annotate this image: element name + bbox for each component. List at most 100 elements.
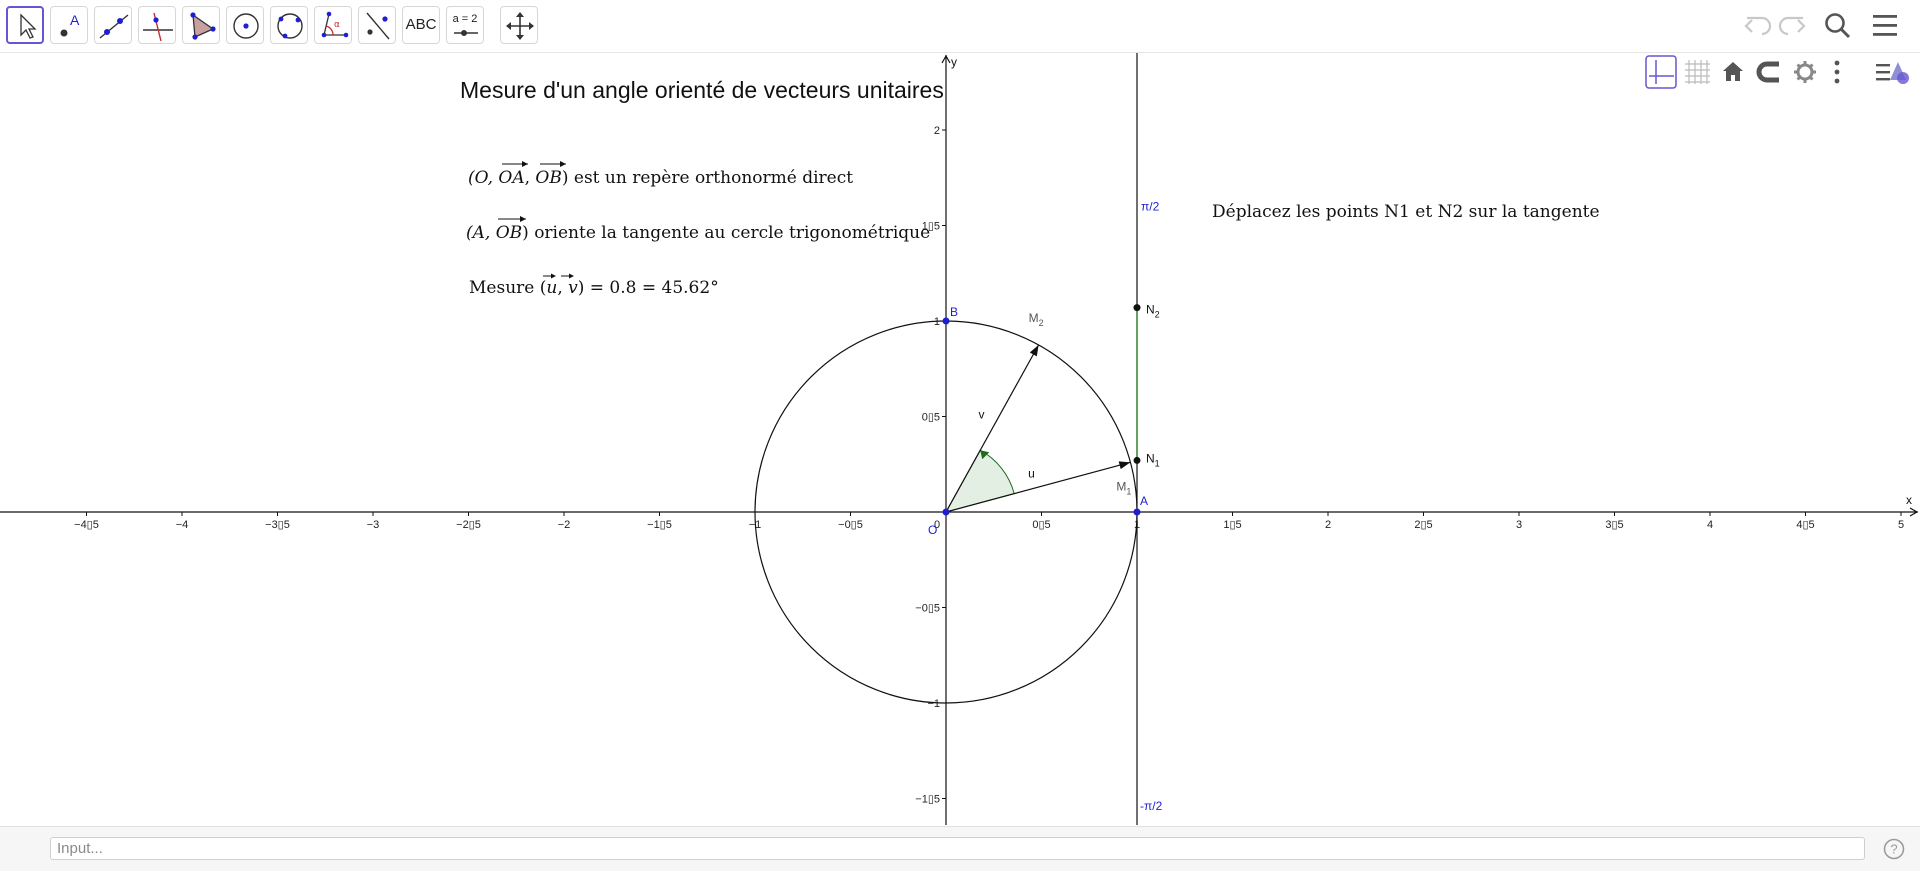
home-icon: [1723, 62, 1743, 81]
y-tick-label: 2: [934, 125, 940, 137]
tangent-top-label: π/2: [1141, 199, 1160, 213]
x-tick-label: −3: [367, 519, 380, 531]
text3-vec1: u: [546, 278, 557, 298]
x-tick-label: 4▯5: [1796, 519, 1814, 531]
point-n1-label-subscript: 1: [1155, 458, 1160, 468]
help-button[interactable]: ?: [1882, 837, 1906, 861]
point-tool-label: A: [70, 12, 80, 28]
text-repere: (O, OA, OB) est un repère orthonormé dir…: [468, 161, 853, 188]
vector-v-arrowhead: [1029, 344, 1039, 357]
menu-icon: [1873, 15, 1897, 36]
x-axis-label: x: [1906, 493, 1912, 507]
slider-icon: [454, 30, 478, 36]
x-tick-label: 4: [1707, 519, 1713, 531]
graphics-style-bar: [1644, 54, 1920, 94]
y-tick-label: −0▯5: [915, 603, 940, 615]
x-tick-label: 3▯5: [1605, 519, 1623, 531]
text-tool-button[interactable]: ABC: [402, 6, 440, 44]
magnet-snap-button[interactable]: [1752, 54, 1786, 90]
move-tool-button[interactable]: [6, 6, 44, 44]
point-m2-label: M2: [1029, 311, 1044, 328]
text1-vec2: OB: [535, 168, 561, 188]
style-bar-toggle-icon: [1876, 62, 1909, 84]
text3-sep: ,: [557, 278, 568, 298]
x-tick-label: 2▯5: [1414, 519, 1432, 531]
help-icon: ?: [1883, 838, 1905, 860]
circle-three-points-icon: [277, 13, 303, 39]
perpendicular-line-icon: [143, 12, 173, 42]
vector-u-label: u: [1028, 467, 1035, 481]
svg-text:(O, OA, OB) est un repère orth: (O, OA, OB) est un repère orthonormé dir…: [468, 168, 853, 188]
instruction-text: Déplacez les points N1 et N2 sur la tang…: [1212, 202, 1600, 222]
y-tick-label: −1▯5: [915, 794, 940, 806]
vector-v-label: v: [978, 407, 984, 421]
x-tick-label: 5: [1898, 519, 1904, 531]
line-tool-button[interactable]: [94, 6, 132, 44]
circle-tool-button[interactable]: [226, 6, 264, 44]
point-b: [942, 317, 950, 325]
graphics-view[interactable]: xy−4▯5−4−3▯5−3−2▯5−2−1▯5−1−0▯500▯511▯522…: [0, 53, 1920, 825]
title-text: Mesure d'un angle orienté de vecteurs un…: [460, 77, 944, 103]
text2-prefix: (A,: [466, 223, 496, 243]
y-tick-label: 0▯5: [922, 412, 940, 424]
settings-button[interactable]: [1788, 54, 1822, 90]
y-tick-label: 1: [934, 316, 940, 328]
point-o-label: O: [928, 523, 937, 537]
circle-three-points-tool-button[interactable]: [270, 6, 308, 44]
x-tick-label: −2: [558, 519, 571, 531]
search-icon: [1825, 13, 1851, 39]
x-tick-label: −0▯5: [838, 519, 863, 531]
algebra-input-field[interactable]: [50, 837, 1865, 860]
text2-suffix: ) oriente la tangente au cercle trigonom…: [522, 223, 930, 243]
redo-icon: [1778, 16, 1806, 36]
redo-button[interactable]: [1772, 6, 1812, 46]
axes-toggle-button[interactable]: [1644, 54, 1678, 90]
toolbar: A α ABC a = 2: [0, 0, 1920, 53]
settings-gear-icon: [1794, 61, 1816, 83]
polygon-tool-button[interactable]: [182, 6, 220, 44]
text-mesure: Mesure (u, v) = 0.8 = 45.62°: [469, 273, 719, 298]
graphics-canvas[interactable]: xy−4▯5−4−3▯5−3−2▯5−2−1▯5−1−0▯500▯511▯522…: [0, 53, 1920, 825]
magnet-snap-icon: [1756, 61, 1779, 83]
tangent-bottom-label: -π/2: [1140, 799, 1163, 813]
home-button[interactable]: [1716, 54, 1750, 90]
point-icon: A: [60, 12, 80, 37]
style-bar-toggle-button[interactable]: [1872, 54, 1912, 90]
grid-toggle-button[interactable]: [1680, 54, 1714, 90]
move-graphics-view-tool-button[interactable]: [500, 6, 538, 44]
x-tick-label: −1▯5: [647, 519, 672, 531]
perpendicular-line-tool-button[interactable]: [138, 6, 176, 44]
angle-tool-button[interactable]: α: [314, 6, 352, 44]
point-a: [1133, 508, 1141, 516]
x-tick-label: −2▯5: [456, 519, 481, 531]
x-tick-label: 2: [1325, 519, 1331, 531]
search-button[interactable]: [1818, 6, 1858, 46]
input-bar: ?: [0, 826, 1920, 871]
reflect-tool-button[interactable]: [358, 6, 396, 44]
axes: xy−4▯5−4−3▯5−3−2▯5−2−1▯5−1−0▯500▯511▯522…: [0, 54, 1919, 825]
point-tool-button[interactable]: A: [50, 6, 88, 44]
move-arrow-icon: [20, 13, 37, 39]
point-m2-label-subscript: 2: [1039, 318, 1044, 328]
text3-vec2: v: [568, 278, 578, 298]
text3-prefix: Mesure (: [469, 278, 546, 298]
x-tick-label: 0▯5: [1032, 519, 1050, 531]
more-options-button[interactable]: [1820, 54, 1854, 90]
more-vertical-icon: [1834, 60, 1840, 84]
main-menu-button[interactable]: [1866, 6, 1906, 46]
vector-u-arrowhead: [1118, 461, 1131, 470]
point-a-label: A: [1140, 494, 1148, 508]
reflect-about-line-icon: [366, 12, 390, 40]
x-tick-label: 3: [1516, 519, 1522, 531]
move-graphics-view-icon: [506, 12, 534, 40]
text3-suffix: ) = 0.8 = 45.62°: [578, 278, 719, 298]
svg-text:α: α: [334, 20, 340, 30]
polygon-icon: [190, 12, 216, 40]
grid-toggle-icon: [1685, 60, 1710, 84]
angle-icon: α: [321, 11, 349, 38]
slider-tool-button[interactable]: a = 2: [446, 6, 484, 44]
text1-vec1: OA: [498, 168, 524, 188]
svg-text:?: ?: [1890, 842, 1897, 857]
point-n2-label: N2: [1146, 303, 1160, 320]
svg-text:Mesure (u, v) = 0.8 = 45.62°: Mesure (u, v) = 0.8 = 45.62°: [469, 278, 719, 298]
